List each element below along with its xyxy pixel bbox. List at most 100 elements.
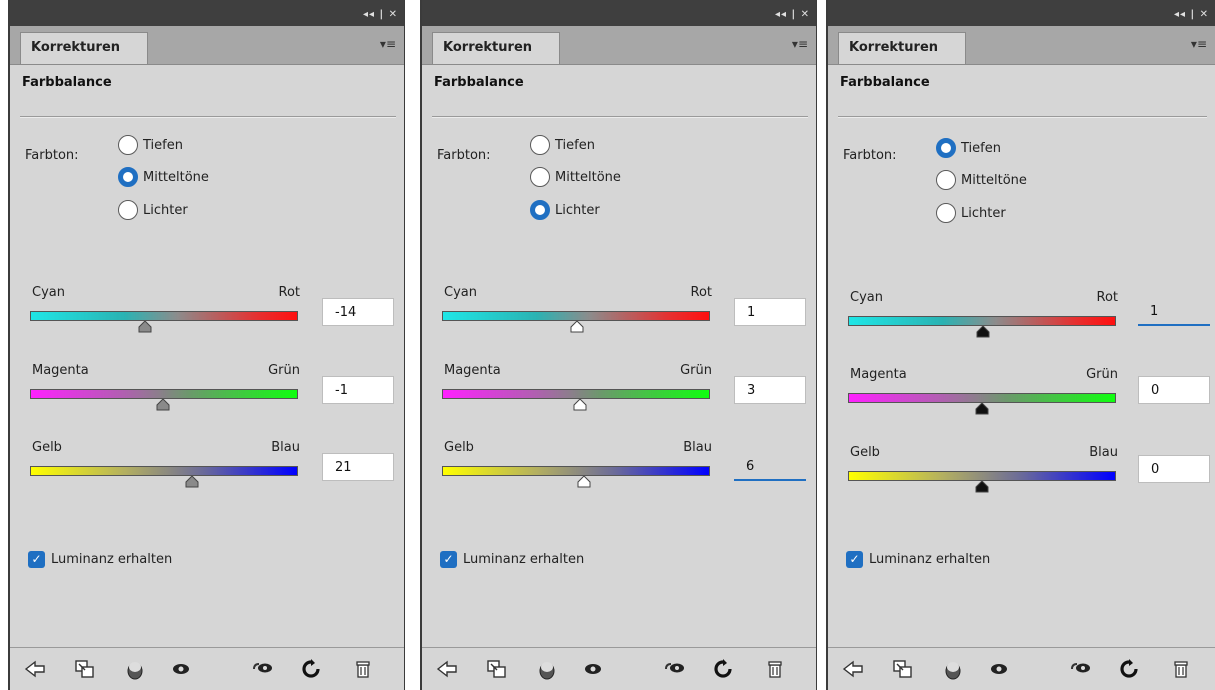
slider-left-label: Cyan <box>444 285 477 300</box>
slider-track[interactable] <box>848 316 1116 326</box>
radio-label: Tiefen <box>555 137 595 153</box>
magenta-green-value-field[interactable]: -1 <box>322 376 394 404</box>
clip-to-layer-icon[interactable] <box>890 656 916 682</box>
tab-korrekturen[interactable]: Korrekturen <box>838 32 966 64</box>
magenta-green-value-field[interactable]: 3 <box>734 376 806 404</box>
adjustments-panel-1: ◂◂ | ✕ Korrekturen ▾≡ Farbbalance Farbto… <box>8 0 405 690</box>
radio-button[interactable] <box>118 135 138 155</box>
yellow-blue-value-field[interactable]: 6 <box>734 453 806 481</box>
slider-left-label: Cyan <box>850 290 883 305</box>
visibility-toggle-icon[interactable] <box>122 656 148 682</box>
eye-icon[interactable] <box>986 656 1012 682</box>
visibility-toggle-icon[interactable] <box>534 656 560 682</box>
radio-label: Lichter <box>961 205 1006 221</box>
radio-tiefen[interactable]: Tiefen <box>530 133 595 157</box>
radio-lichter[interactable]: Lichter <box>118 198 188 222</box>
radio-mitteltoene[interactable]: Mitteltöne <box>936 168 1027 192</box>
cyan-red-value-field[interactable]: 1 <box>734 298 806 326</box>
trash-icon[interactable] <box>350 656 376 682</box>
back-arrow-icon[interactable] <box>434 656 460 682</box>
check-icon[interactable]: ✓ <box>440 551 457 568</box>
slider-track[interactable] <box>848 393 1116 403</box>
cyan-red-value-field[interactable]: -14 <box>322 298 394 326</box>
panel-menu-icon[interactable]: ▾≡ <box>792 37 808 51</box>
cyan-red-value-field[interactable]: 1 <box>1138 298 1210 326</box>
collapse-close-controls[interactable]: ◂◂ | ✕ <box>775 9 810 20</box>
collapse-close-controls[interactable]: ◂◂ | ✕ <box>363 9 398 20</box>
slider-track[interactable] <box>30 466 298 476</box>
reset-icon[interactable] <box>710 656 736 682</box>
check-icon[interactable]: ✓ <box>846 551 863 568</box>
panel-bottom-toolbar <box>422 647 816 690</box>
eye-icon[interactable] <box>580 656 606 682</box>
radio-lichter[interactable]: Lichter <box>530 198 600 222</box>
back-arrow-icon[interactable] <box>22 656 48 682</box>
radio-button[interactable] <box>118 200 138 220</box>
clip-to-layer-icon[interactable] <box>484 656 510 682</box>
panel-menu-icon[interactable]: ▾≡ <box>380 37 396 51</box>
radio-button[interactable] <box>530 167 550 187</box>
yellow-blue-value-field[interactable]: 0 <box>1138 455 1210 483</box>
slider-track[interactable] <box>442 466 710 476</box>
view-previous-icon[interactable] <box>1068 656 1094 682</box>
clip-to-layer-icon[interactable] <box>72 656 98 682</box>
tone-label: Farbton: <box>843 148 897 163</box>
radio-button[interactable] <box>936 138 956 158</box>
magenta-green-value-field[interactable]: 0 <box>1138 376 1210 404</box>
slider-right-label: Blau <box>271 440 300 455</box>
radio-label: Tiefen <box>961 140 1001 156</box>
trash-icon[interactable] <box>1168 656 1194 682</box>
panel-titlebar: ◂◂ | ✕ <box>422 0 816 26</box>
slider-left-label: Gelb <box>32 440 62 455</box>
radio-tiefen[interactable]: Tiefen <box>936 136 1001 160</box>
slider-left-label: Magenta <box>32 363 89 378</box>
yellow-blue-value-field[interactable]: 21 <box>322 453 394 481</box>
slider-track[interactable] <box>442 389 710 399</box>
reset-icon[interactable] <box>1116 656 1142 682</box>
radio-button[interactable] <box>118 167 138 187</box>
slider-track[interactable] <box>30 389 298 399</box>
collapse-close-controls[interactable]: ◂◂ | ✕ <box>1174 9 1209 20</box>
panel-bottom-toolbar <box>828 647 1215 690</box>
visibility-toggle-icon[interactable] <box>940 656 966 682</box>
slider-left-label: Magenta <box>444 363 501 378</box>
slider-right-label: Grün <box>268 363 300 378</box>
radio-mitteltoene[interactable]: Mitteltöne <box>118 165 209 189</box>
view-previous-icon[interactable] <box>662 656 688 682</box>
slider-track[interactable] <box>848 471 1116 481</box>
luminance-checkbox-row[interactable]: ✓ Luminanz erhalten <box>846 551 990 568</box>
slider-track[interactable] <box>442 311 710 321</box>
tab-strip: Korrekturen ▾≡ <box>10 26 404 65</box>
luminance-label: Luminanz erhalten <box>463 552 585 567</box>
radio-label: Mitteltöne <box>143 169 209 185</box>
radio-button[interactable] <box>530 135 550 155</box>
radio-button[interactable] <box>936 170 956 190</box>
radio-label: Lichter <box>555 202 600 218</box>
back-arrow-icon[interactable] <box>840 656 866 682</box>
eye-icon[interactable] <box>168 656 194 682</box>
radio-button[interactable] <box>936 203 956 223</box>
luminance-checkbox-row[interactable]: ✓ Luminanz erhalten <box>28 551 172 568</box>
check-icon[interactable]: ✓ <box>28 551 45 568</box>
radio-label: Tiefen <box>143 137 183 153</box>
trash-icon[interactable] <box>762 656 788 682</box>
slider-right-label: Blau <box>1089 445 1118 460</box>
radio-label: Mitteltöne <box>555 169 621 185</box>
slider-track[interactable] <box>30 311 298 321</box>
view-previous-icon[interactable] <box>250 656 276 682</box>
radio-mitteltoene[interactable]: Mitteltöne <box>530 165 621 189</box>
radio-lichter[interactable]: Lichter <box>936 201 1006 225</box>
reset-icon[interactable] <box>298 656 324 682</box>
panel-titlebar: ◂◂ | ✕ <box>828 0 1215 26</box>
luminance-label: Luminanz erhalten <box>869 552 991 567</box>
slider-right-label: Rot <box>690 285 713 300</box>
luminance-checkbox-row[interactable]: ✓ Luminanz erhalten <box>440 551 584 568</box>
panel-menu-icon[interactable]: ▾≡ <box>1191 37 1207 51</box>
radio-tiefen[interactable]: Tiefen <box>118 133 183 157</box>
tab-strip: Korrekturen ▾≡ <box>422 26 816 65</box>
adjustment-title: Farbbalance <box>840 75 930 90</box>
tab-korrekturen[interactable]: Korrekturen <box>20 32 148 64</box>
tab-korrekturen[interactable]: Korrekturen <box>432 32 560 64</box>
radio-button[interactable] <box>530 200 550 220</box>
adjustment-title: Farbbalance <box>434 75 524 90</box>
